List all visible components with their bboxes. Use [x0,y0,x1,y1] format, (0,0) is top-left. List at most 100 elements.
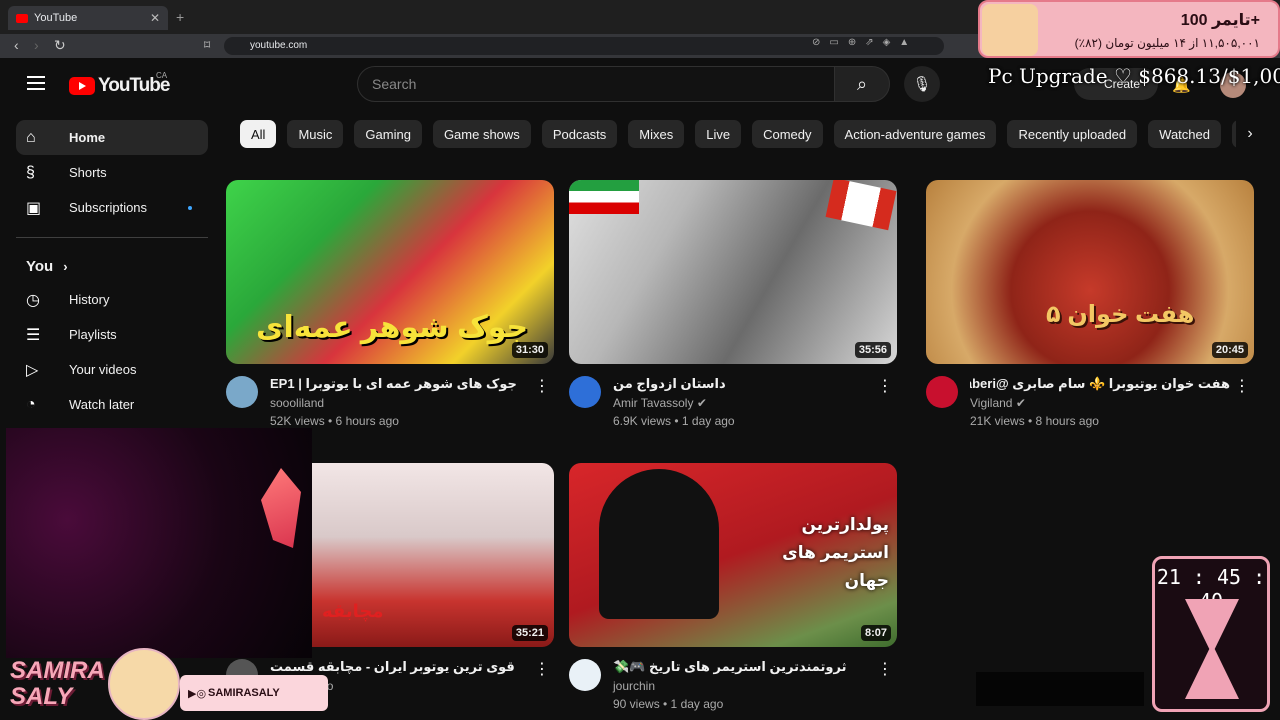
chips-next-button[interactable]: › [1236,120,1264,148]
watch-later-icon: ◔ [26,395,36,413]
chip-gaming[interactable]: Gaming [354,120,422,148]
channel-name[interactable]: Vigiland ✔ [970,396,1254,410]
channel-avatar[interactable] [569,659,601,691]
youtube-play-icon [69,77,95,95]
more-options-icon[interactable]: ⋮ [1234,376,1250,396]
hourglass-icon [1185,599,1239,699]
sidebar-divider [16,237,208,238]
extension-icons[interactable]: ⊘▭⊕⇗◈▲ [812,37,918,48]
sidebar-item-label: Subscriptions [69,200,148,215]
sidebar-item-home[interactable]: ⌂ Home [16,120,208,155]
back-icon[interactable]: ‹ [14,37,19,53]
video-duration: 35:21 [511,625,548,641]
chip-comedy[interactable]: Comedy [752,120,823,148]
video-title[interactable]: داستان ازدواج من [613,376,873,392]
overlay-strip [976,672,1144,706]
sidebar-item-your-videos[interactable]: ▷ Your videos [16,352,208,387]
sidebar-item-label: Watch later [69,397,135,412]
social-handle: SAMIRASALY [208,687,280,699]
sidebar-item-label: Shorts [69,165,107,180]
sidebar-item-label: Playlists [69,327,117,342]
thumbnail-text: جوک شوهر عمه‌ای [256,311,529,344]
more-options-icon[interactable]: ⋮ [877,659,893,679]
video-title[interactable]: جوک های شوهر عمه ای با یوتوبرا | EP1 [270,376,530,392]
chip-live[interactable]: Live [695,120,742,148]
sidebar-you-header[interactable]: You › [16,250,208,282]
chip-all[interactable]: All [240,120,277,148]
menu-icon[interactable] [27,76,45,90]
video-stats: 21K views • 8 hours ago [970,414,1099,428]
channel-name[interactable]: Amir Tavassoly ✔ [613,396,897,410]
channel-avatar[interactable] [926,376,958,408]
verified-icon: ✔ [696,396,707,410]
chip-watched[interactable]: Watched [1148,120,1221,148]
verified-icon: ✔ [1015,396,1026,410]
search-icon: ⌕ [856,73,868,94]
video-title[interactable]: هفت خوان یوتیوبرا ⚜️ سام صابری @samsaber… [970,376,1230,392]
video-card[interactable]: 35:56 داستان ازدواج من Amir Tavassoly ✔ … [569,180,897,432]
sidebar-item-label: Home [69,130,106,145]
subscriptions-icon: ▣ [26,199,42,217]
streamer-brand: SAMIRA SALY [10,657,104,710]
new-tab-icon[interactable]: + [176,9,184,25]
youtube-logo[interactable]: YouTube CA [69,71,170,97]
voice-search-button[interactable]: 🎙 [904,66,940,102]
search-input[interactable]: Search [357,66,835,102]
clock-overlay: 21 : 45 : 40 [1152,556,1270,712]
sidebar-item-watch-later[interactable]: ◔ Watch later [16,387,208,422]
video-thumbnail[interactable]: جوک شوهر عمه‌ای 31:30 [226,180,554,364]
thumbnail-text: پولدارترین استریمر های جهان [782,515,889,590]
channel-avatar[interactable] [226,376,258,408]
chevron-right-icon: › [63,258,68,274]
reload-icon[interactable]: ↻ [54,37,66,54]
history-icon: ◷ [26,291,40,309]
video-title[interactable]: ثروتمندترین استریمر های تاریخ 🎮💸 [613,659,873,675]
bookmark-icon[interactable]: ⌑ [204,38,210,52]
lamp-shape [261,468,301,548]
chip-podcasts[interactable]: Podcasts [541,120,618,148]
channel-name[interactable]: soooliland [270,396,554,410]
more-options-icon[interactable]: ⋮ [534,376,550,396]
video-thumbnail[interactable]: هفت خوان ۵ 20:45 [926,180,1254,364]
sidebar-item-playlists[interactable]: ☰ Playlists [16,317,208,352]
new-content-dot [188,205,192,210]
video-card[interactable]: پولدارترین استریمر های جهان 8:07 ثروتمند… [569,463,897,715]
video-duration: 35:56 [854,342,891,358]
sidebar: ⌂ Home § Shorts ▣ Subscriptions You › ◷ Histo… [16,120,208,422]
forward-icon[interactable]: › [34,37,39,53]
video-card[interactable]: جوک شوهر عمه‌ای 31:30 جوک های شوهر عمه ا… [226,180,554,432]
video-title[interactable]: قوی ترین یوتوبر ایران - مچابقه قسمت [270,659,530,675]
video-duration: 31:30 [511,342,548,358]
sidebar-item-shorts[interactable]: § Shorts [16,155,208,190]
canada-flag-icon [825,180,897,231]
chip-mixes[interactable]: Mixes [628,120,685,148]
chip-music[interactable]: Music [287,120,344,148]
sidebar-item-subscriptions[interactable]: ▣ Subscriptions [16,190,208,225]
chip-game-shows[interactable]: Game shows [432,120,531,148]
video-duration: 20:45 [1211,342,1248,358]
channel-avatar[interactable] [569,376,601,408]
video-stats: 6.9K views • 1 day ago [613,414,735,428]
donation-progress: ۱۱,۵۰۵,۰۰۱ از ۱۴ میلیون تومان (۸۲٪) [1074,36,1260,50]
mystery-silhouette [599,469,719,619]
youtube-instagram-icon: ▶◎ [188,687,207,700]
chip-recently-uploaded[interactable]: Recently uploaded [1007,120,1138,148]
social-handle-banner: ▶◎ SAMIRASALY [180,675,328,711]
country-code: CA [156,71,168,80]
channel-name[interactable]: jourchin [613,679,897,693]
search-button[interactable]: ⌕ [834,66,890,102]
chevron-right-icon: › [1247,125,1253,142]
chip-action-adventure[interactable]: Action-adventure games [833,120,997,148]
video-thumbnail[interactable]: پولدارترین استریمر های جهان 8:07 [569,463,897,647]
video-thumbnail[interactable]: 35:56 [569,180,897,364]
video-card[interactable]: هفت خوان ۵ 20:45 هفت خوان یوتیوبرا ⚜️ سا… [926,180,1254,432]
sidebar-item-label: Your videos [69,362,137,377]
browser-tab[interactable]: YouTube ✕ [8,6,168,30]
more-options-icon[interactable]: ⋮ [534,659,550,679]
close-tab-icon[interactable]: ✕ [150,11,160,25]
sidebar-item-history[interactable]: ◷ History [16,282,208,317]
sidebar-item-label: History [69,292,110,307]
more-options-icon[interactable]: ⋮ [877,376,893,396]
video-stats: 90 views • 1 day ago [613,697,724,711]
donation-goal: Pc Upgrade ♡ $868.13/$1,000 [988,64,1280,88]
